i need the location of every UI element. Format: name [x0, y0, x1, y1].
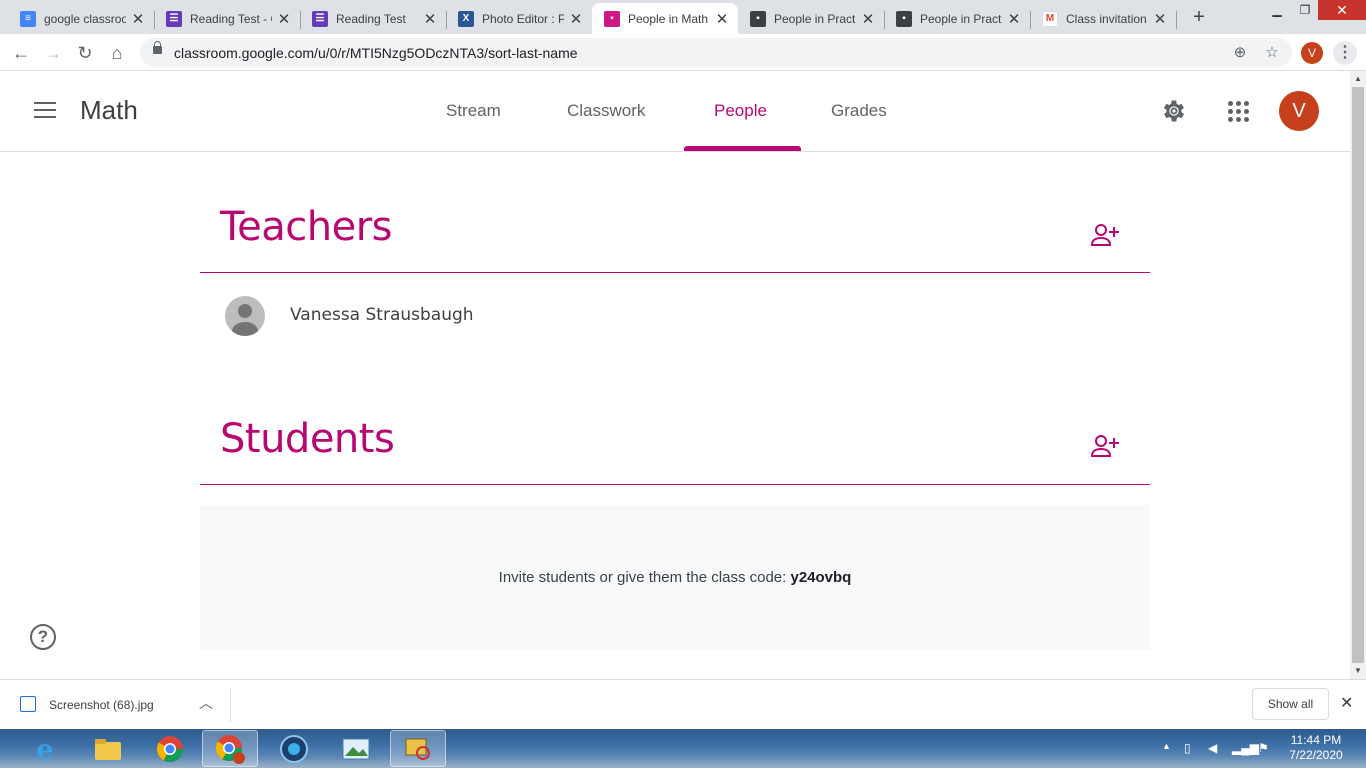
device-icon[interactable]: ▯: [1184, 741, 1191, 755]
close-icon[interactable]: ✕: [1152, 10, 1168, 28]
media-player-icon[interactable]: [266, 730, 322, 767]
action-center-icon[interactable]: ⚑: [1258, 741, 1269, 755]
minimize-button[interactable]: ▁: [1262, 0, 1292, 22]
close-icon[interactable]: ✕: [130, 10, 146, 28]
teachers-heading: Teachers: [220, 204, 393, 250]
teacher-name: Vanessa Strausbaugh: [290, 305, 474, 325]
invite-students-panel: Invite students or give them the class c…: [200, 505, 1150, 650]
browser-tab-6[interactable]: ▪ People in Practi ✕: [884, 3, 1031, 34]
invite-text: Invite students or give them the class c…: [498, 569, 791, 586]
forms-icon: ☰: [312, 10, 328, 27]
classroom-people-icon: ▪: [750, 10, 766, 27]
scroll-up-arrow-icon[interactable]: ▲: [1350, 71, 1366, 87]
clock-time: 11:44 PM: [1290, 733, 1342, 747]
bookmark-star-icon[interactable]: ☆: [1262, 43, 1282, 63]
browser-tab-strip: ≡ google classroom ✕ ☰ Reading Test - G …: [0, 0, 1366, 34]
address-bar[interactable]: classroom.google.com/u/0/r/MTI5Nzg5ODczN…: [140, 38, 1292, 67]
reload-icon[interactable]: ↻: [74, 42, 96, 64]
tab-grades[interactable]: Grades: [831, 101, 887, 121]
teacher-avatar: [225, 296, 265, 336]
page-scrollbar[interactable]: ▲ ▼: [1350, 71, 1366, 679]
close-download-shelf-icon[interactable]: ✕: [1340, 693, 1353, 713]
gmail-icon: M: [1042, 10, 1058, 27]
browser-menu-icon[interactable]: ⋮: [1333, 41, 1357, 65]
scroll-down-arrow-icon[interactable]: ▼: [1350, 663, 1366, 679]
system-clock[interactable]: 11:44 PM 7/22/2020: [1286, 733, 1346, 763]
person-placeholder-icon: [232, 304, 258, 336]
window-close-button[interactable]: ✕: [1318, 0, 1366, 20]
network-signal-icon[interactable]: ▂▄▆: [1232, 741, 1259, 755]
chrome-icon[interactable]: [142, 730, 198, 767]
students-heading: Students: [220, 416, 395, 462]
close-icon[interactable]: ✕: [1006, 10, 1022, 28]
download-file-name[interactable]: Screenshot (68).jpg: [49, 698, 154, 712]
class-code: y24ovbq: [790, 569, 852, 586]
students-divider: [200, 484, 1150, 485]
restore-button[interactable]: ❐: [1290, 0, 1320, 22]
windows-taskbar: e ▲ ▯ ◀ ▂▄▆ ⚑ 11:44 PM 7/22/2020: [0, 729, 1366, 768]
back-arrow-icon[interactable]: ←: [10, 42, 32, 64]
close-icon[interactable]: ✕: [422, 10, 438, 28]
docs-icon: ≡: [20, 10, 36, 27]
chevron-up-icon[interactable]: ︿: [199, 693, 213, 713]
browser-tab-1[interactable]: ☰ Reading Test - G ✕: [154, 3, 301, 34]
browser-toolbar: ← → ↻ ⌂ classroom.google.com/u/0/r/MTI5N…: [0, 34, 1366, 71]
url-text[interactable]: classroom.google.com/u/0/r/MTI5Nzg5ODczN…: [174, 45, 578, 61]
invite-teacher-icon[interactable]: [1090, 222, 1120, 248]
close-icon[interactable]: ✕: [714, 10, 730, 28]
close-icon[interactable]: ✕: [568, 10, 584, 28]
google-apps-icon[interactable]: [1228, 101, 1250, 123]
clock-date: 7/22/2020: [1289, 748, 1343, 762]
browser-tab-5[interactable]: ▪ People in Practi ✕: [738, 3, 885, 34]
browser-tab-3[interactable]: X Photo Editor : Pi ✕: [446, 3, 592, 34]
volume-icon[interactable]: ◀: [1208, 741, 1217, 755]
invite-students-icon[interactable]: [1090, 433, 1120, 459]
main-menu-icon[interactable]: [34, 102, 56, 118]
class-title[interactable]: Math: [80, 95, 138, 126]
svg-text:e: e: [36, 734, 54, 764]
photo-viewer-icon[interactable]: [328, 730, 384, 767]
tab-classwork[interactable]: Classwork: [567, 101, 645, 121]
browser-tab-2[interactable]: ☰ Reading Test ✕: [300, 3, 447, 34]
classroom-header: Math Stream Classwork People Grades V: [0, 71, 1350, 152]
show-hidden-icons-icon[interactable]: ▲: [1162, 741, 1171, 751]
file-explorer-icon[interactable]: [80, 730, 136, 767]
help-icon[interactable]: ?: [30, 624, 56, 650]
home-icon[interactable]: ⌂: [106, 42, 128, 64]
forms-icon: ☰: [166, 10, 182, 27]
download-shelf: Screenshot (68).jpg ︿ Show all ✕: [0, 679, 1366, 729]
show-all-button[interactable]: Show all: [1252, 688, 1329, 720]
browser-profile-avatar[interactable]: V: [1301, 42, 1323, 64]
internet-explorer-icon[interactable]: e: [18, 730, 74, 767]
download-separator: [230, 688, 231, 722]
account-avatar[interactable]: V: [1279, 91, 1319, 131]
gear-icon[interactable]: [1160, 97, 1188, 125]
forward-arrow-icon[interactable]: →: [42, 42, 64, 64]
close-icon[interactable]: ✕: [276, 10, 292, 28]
chrome-profile-icon[interactable]: [202, 730, 258, 767]
classroom-people-icon: ▪: [604, 10, 620, 27]
tab-people[interactable]: People: [714, 101, 767, 121]
new-tab-button[interactable]: +: [1188, 6, 1210, 28]
scroll-thumb[interactable]: [1352, 87, 1364, 663]
image-file-icon: [20, 696, 36, 712]
lock-icon: [153, 41, 162, 54]
zoom-icon[interactable]: ⊕: [1230, 43, 1250, 63]
invite-message: Invite students or give them the class c…: [200, 569, 1150, 586]
teachers-divider: [200, 272, 1150, 273]
tab-separator: [1176, 11, 1177, 29]
pixlr-icon: X: [458, 10, 474, 27]
browser-tab-0[interactable]: ≡ google classroom ✕: [8, 3, 155, 34]
active-tab-indicator: [684, 146, 801, 151]
snipping-tool-icon[interactable]: [390, 730, 446, 767]
close-icon[interactable]: ✕: [860, 10, 876, 28]
browser-tab-7[interactable]: M Class invitation ✕: [1030, 3, 1177, 34]
classroom-people-icon: ▪: [896, 10, 912, 27]
tab-stream[interactable]: Stream: [446, 101, 501, 121]
browser-tab-4[interactable]: ▪ People in Math ✕: [592, 3, 738, 34]
